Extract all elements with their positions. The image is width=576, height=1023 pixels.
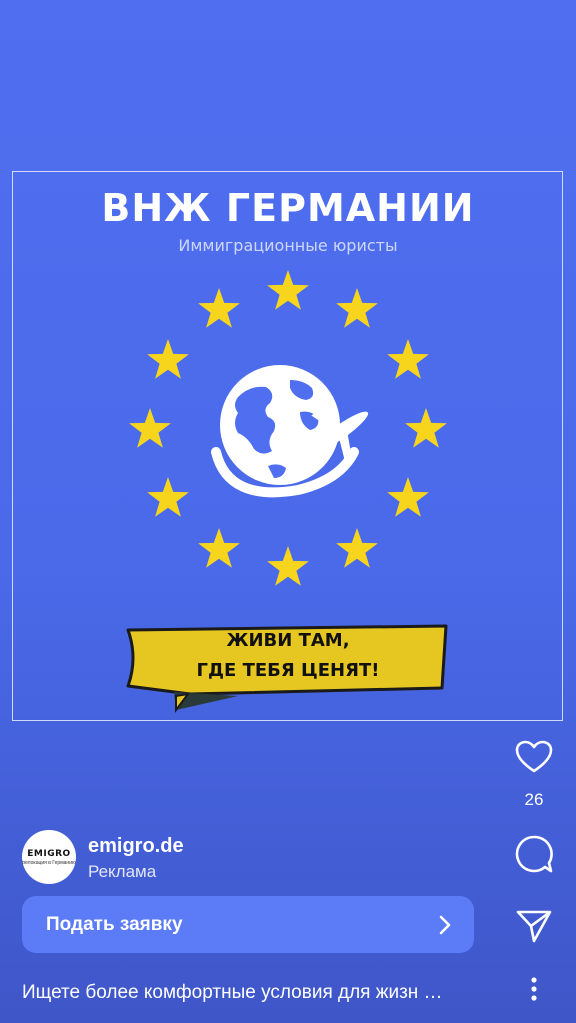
avatar-logo: EMIGRO xyxy=(27,848,71,859)
heart-icon xyxy=(515,740,553,773)
star-icon xyxy=(267,546,309,586)
star-icon xyxy=(336,288,378,328)
eu-globe-emblem xyxy=(129,270,447,586)
star-icon xyxy=(198,288,240,328)
post-caption[interactable]: Ищете более комфортные условия для жизн … xyxy=(22,982,502,1004)
sponsored-label: Реклама xyxy=(88,862,157,881)
comment-button[interactable] xyxy=(512,832,556,876)
star-icon xyxy=(147,477,189,517)
star-icon xyxy=(387,477,429,517)
like-count: 26 xyxy=(524,790,544,809)
avatar-tagline: релокация в Германию xyxy=(22,859,76,866)
banner-line-2: ГДЕ ТЕБЯ ЦЕНЯТ! xyxy=(196,660,380,681)
send-icon xyxy=(516,910,552,943)
avatar[interactable]: EMIGRO релокация в Германию xyxy=(22,830,76,884)
apply-button-label: Подать заявку xyxy=(46,913,183,935)
star-icon xyxy=(147,339,189,379)
account-name[interactable]: emigro.de xyxy=(88,835,184,858)
star-icon xyxy=(198,528,240,568)
star-icon xyxy=(129,408,171,448)
ad-headline: ВНЖ ГЕРМАНИИ xyxy=(101,186,475,230)
more-vertical-icon xyxy=(531,977,537,1001)
banner-line-1: ЖИВИ ТАМ, xyxy=(226,630,350,651)
star-icon xyxy=(405,408,447,448)
comment-icon xyxy=(515,835,553,873)
star-icon xyxy=(267,270,309,310)
star-icon xyxy=(336,528,378,568)
like-button[interactable] xyxy=(512,736,556,778)
more-options-button[interactable] xyxy=(520,974,548,1004)
chevron-right-icon xyxy=(439,915,451,934)
star-icon xyxy=(387,339,429,379)
share-button[interactable] xyxy=(512,904,556,948)
apply-button[interactable]: Подать заявку xyxy=(22,896,474,953)
ad-subheadline: Иммиграционные юристы xyxy=(178,236,398,255)
